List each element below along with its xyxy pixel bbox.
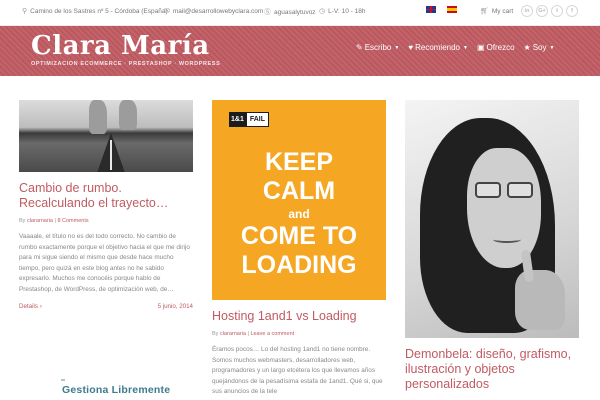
clock-icon: ◷	[319, 8, 326, 15]
next-post-teaser[interactable]: Gestiona Libremente	[19, 378, 193, 400]
post-title[interactable]: Demonbela: diseño, grafismo, ilustración…	[405, 347, 579, 392]
road-line-shape	[110, 140, 112, 170]
glasses-shape	[507, 182, 533, 198]
keep-line: LOADING	[241, 251, 357, 279]
nav-item-ofrezco[interactable]: ▣ Ofrezco	[477, 43, 515, 52]
keep-line: COME TO	[240, 222, 358, 250]
location-pin-icon: ⚲	[22, 8, 28, 15]
post-author[interactable]: clararnaria	[27, 218, 53, 224]
star-icon: ★	[523, 43, 531, 52]
site-logo[interactable]: Clara María OPTIMIZACION ECOMMERCE · PRE…	[31, 32, 220, 67]
chevron-down-icon: ▼	[549, 44, 555, 51]
linkedin-icon[interactable]: in	[521, 5, 533, 17]
teaser-text[interactable]: Gestiona Libremente	[62, 384, 170, 396]
bag-icon: ▣	[476, 43, 485, 52]
teaser-decoration	[61, 379, 65, 381]
heart-icon: ♥	[408, 43, 414, 52]
nav-item-soy[interactable]: ★ Soy ▼	[524, 43, 555, 52]
nav-label[interactable]: Escribo	[365, 43, 392, 52]
nav-item-recomiendo[interactable]: ♥ Recomiendo ▼	[408, 43, 468, 52]
email-link[interactable]: mail@desarrollowebyclara.com	[173, 8, 263, 15]
post-excerpt: Vaaaale, el título no es del todo correc…	[19, 233, 190, 293]
badge-left: 1&1	[229, 112, 246, 127]
chevron-down-icon: ▼	[463, 44, 468, 51]
nav-label[interactable]: Recomiendo	[415, 43, 460, 52]
hours-text: L-V: 10 - 18h	[328, 7, 366, 15]
post-excerpt: Éramos pocos… Lo del hosting 1and1 no ti…	[212, 346, 383, 395]
nav-label[interactable]: Ofrezco	[487, 43, 515, 52]
nav-item-escribo[interactable]: ✎ Escribo ▼	[356, 43, 399, 52]
post-card-demonbela: Demonbela: diseño, grafismo, ilustración…	[405, 100, 579, 392]
chevron-down-icon: ▼	[394, 44, 400, 51]
post-image-keep-calm[interactable]: 1&1 FAIL KEEP CALM and COME TO LOADING	[212, 100, 386, 300]
nav-label[interactable]: Soy	[533, 43, 547, 52]
glasses-shape	[475, 182, 501, 198]
post-footer: Details › 5 junio, 2014	[19, 303, 193, 310]
keep-line: and	[288, 207, 310, 221]
post-author[interactable]: clararnaria	[220, 331, 246, 337]
keep-calm-text: KEEP CALM and COME TO LOADING	[212, 148, 386, 280]
skype-icon: Ⓢ	[264, 9, 271, 16]
pencil-icon: ✎	[356, 43, 363, 52]
skype-text[interactable]: aguasalytuvoz	[274, 9, 316, 16]
cart-label[interactable]: My cart	[492, 8, 513, 15]
cart-icon: 🛒︎	[480, 8, 489, 15]
post-title[interactable]: Cambio de rumbo. Recalculando el trayect…	[19, 181, 193, 211]
post-meta: By clararnaria | 8 Comments	[19, 218, 89, 224]
email-info[interactable]: ✉ mail@desarrollowebyclara.com	[164, 7, 263, 16]
post-title[interactable]: Hosting 1and1 vs Loading	[212, 309, 386, 324]
hand-shape	[515, 270, 565, 330]
address-info: ⚲ Camino de los Sastres nº 5 - Córdoba (…	[22, 7, 168, 16]
logo-subtitle: OPTIMIZACION ECOMMERCE · PRESTASHOP · WO…	[31, 61, 221, 67]
fail-badge: 1&1 FAIL	[229, 112, 270, 127]
face-shape	[467, 148, 541, 268]
details-label[interactable]: Details	[19, 303, 38, 310]
address-text: Camino de los Sastres nº 5 - Córdoba (Es…	[30, 7, 168, 15]
email-icon: ✉	[164, 8, 170, 15]
site-header: Clara María OPTIMIZACION ECOMMERCE · PRE…	[0, 26, 600, 76]
hours-info: ◷ L-V: 10 - 18h	[319, 7, 366, 16]
post-image-feet-road[interactable]	[19, 100, 193, 172]
post-comments[interactable]: Leave a comment	[250, 331, 294, 337]
skype-info[interactable]: Ⓢ aguasalytuvoz	[264, 7, 316, 17]
cart-link[interactable]: 🛒︎ My cart	[480, 7, 513, 16]
social-links: in G+ t f	[521, 5, 578, 17]
google-plus-icon[interactable]: G+	[536, 5, 548, 17]
main-nav: ✎ Escribo ▼ ♥ Recomiendo ▼ ▣ Ofrezco ★ S…	[356, 43, 554, 52]
logo-title[interactable]: Clara María	[31, 32, 220, 60]
post-date: 5 junio, 2014	[157, 303, 193, 310]
keep-line: CALM	[262, 177, 336, 205]
top-info-bar: ⚲ Camino de los Sastres nº 5 - Córdoba (…	[0, 0, 600, 26]
twitter-icon[interactable]: t	[551, 5, 563, 17]
post-meta: By clararnaria | Leave a comment	[212, 331, 295, 337]
post-card-hosting-1and1: 1&1 FAIL KEEP CALM and COME TO LOADING H…	[212, 100, 386, 398]
foot-shape	[119, 100, 137, 130]
post-comments[interactable]: 8 Comments	[57, 218, 88, 224]
badge-right: FAIL	[245, 112, 270, 127]
foot-shape	[89, 100, 107, 134]
keep-line: KEEP	[264, 148, 334, 176]
chevron-right-icon: ›	[39, 303, 42, 310]
spanish-flag-icon[interactable]	[447, 6, 457, 13]
facebook-icon[interactable]: f	[566, 5, 578, 17]
mouth-shape	[493, 236, 521, 243]
post-card-cambio-de-rumbo: Cambio de rumbo. Recalculando el trayect…	[19, 100, 193, 310]
english-flag-icon[interactable]	[426, 6, 436, 13]
post-image-portrait[interactable]	[405, 100, 579, 338]
details-link[interactable]: Details ›	[19, 303, 42, 310]
